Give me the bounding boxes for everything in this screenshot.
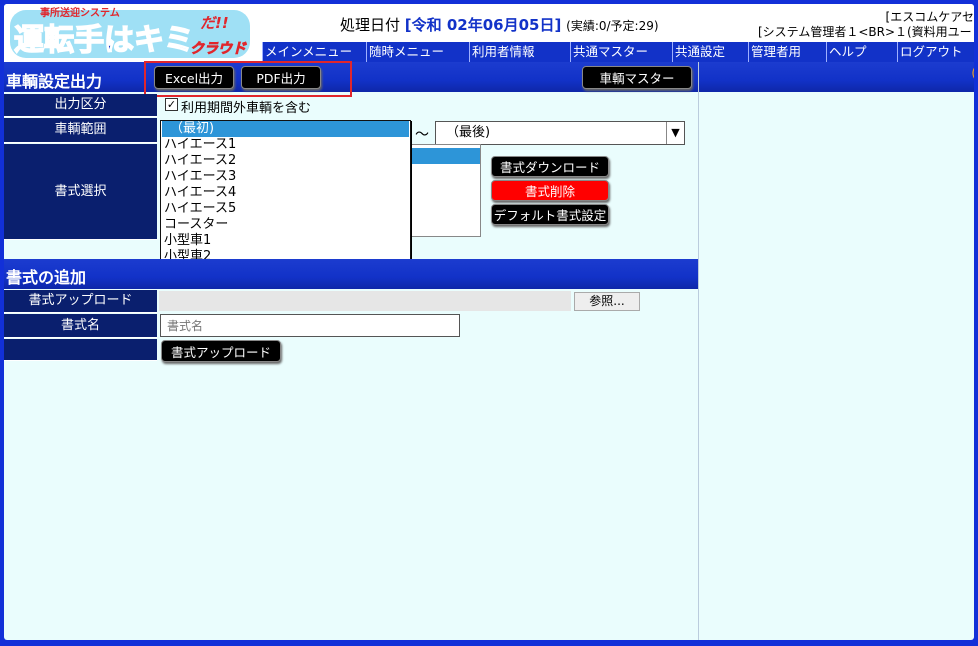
output-type-label: 出力区分 [4, 94, 157, 117]
default-format-button[interactable]: デフォルト書式設定 [491, 204, 609, 225]
range-to-select[interactable]: （最後) ▼ [435, 121, 685, 145]
include-out-of-period-label: 利用期間外車輌を含む [181, 101, 312, 116]
panel-divider [698, 62, 699, 640]
file-upload-field[interactable] [159, 291, 571, 311]
dropdown-option[interactable]: ハイエース4 [161, 185, 410, 201]
menu-common-settings[interactable]: 共通設定 [672, 42, 748, 62]
header: 事所送迎システム 運転手はキミ だ!! クラウド 処理日付 [令和 02年06月… [4, 4, 974, 62]
user-name: [システム管理者１<BR>１(資料用ユー [758, 25, 972, 39]
logo-cloud-text: クラウド [190, 41, 247, 57]
right-mark: ( [971, 66, 974, 80]
range-to-value: （最後) [446, 125, 491, 140]
dropdown-option[interactable]: ハイエース1 [161, 137, 410, 153]
logo-top-text: 事所送迎システム [40, 6, 120, 19]
menu-common-master[interactable]: 共通マスター [570, 42, 672, 62]
main-menu: メインメニュー 随時メニュー 利用者情報 共通マスター 共通設定 管理者用 ヘル… [262, 42, 974, 62]
include-out-of-period-checkbox[interactable]: ✓ [165, 98, 178, 111]
upload-row-label [4, 339, 157, 361]
dropdown-option[interactable]: 小型車1 [161, 233, 410, 249]
format-download-button[interactable]: 書式ダウンロード [491, 156, 609, 177]
app-window: 事所送迎システム 運転手はキミ だ!! クラウド 処理日付 [令和 02年06月… [4, 4, 974, 640]
format-selected-row[interactable] [410, 148, 480, 164]
menu-help[interactable]: ヘルプ [826, 42, 897, 62]
chevron-down-icon[interactable]: ▼ [666, 122, 684, 144]
format-name-label: 書式名 [4, 314, 157, 338]
app-logo[interactable]: 事所送迎システム 運転手はキミ だ!! クラウド [4, 4, 254, 62]
add-format-title: 書式の追加 [6, 268, 87, 287]
right-panel-header: ( [699, 62, 974, 92]
menu-users[interactable]: 利用者情報 [469, 42, 570, 62]
processing-date: 処理日付 [令和 02年06月05日] (実績:0/予定:29) [340, 14, 659, 35]
logo-main-text: 運転手はキミ [14, 23, 194, 58]
browse-button[interactable]: 参照... [574, 292, 640, 311]
format-listbox[interactable] [409, 144, 481, 237]
vehicle-master-button[interactable]: 車輌マスター [582, 66, 692, 89]
highlight-box [144, 61, 352, 97]
page-title: 車輌設定出力 [6, 72, 103, 91]
vehicle-range-label: 車輌範囲 [4, 118, 157, 143]
dropdown-option[interactable]: ハイエース5 [161, 201, 410, 217]
menu-admin[interactable]: 管理者用 [748, 42, 826, 62]
format-name-input[interactable] [160, 314, 460, 337]
date-value: [令和 02年06月05日] [404, 16, 562, 34]
format-upload-label: 書式アップロード [4, 290, 157, 313]
dropdown-option[interactable]: コースター [161, 217, 410, 233]
format-upload-button[interactable]: 書式アップロード [161, 340, 281, 362]
range-tilde: 〜 [415, 127, 429, 143]
format-delete-button[interactable]: 書式削除 [491, 180, 609, 201]
add-format-header-bar [4, 259, 698, 289]
dropdown-option[interactable]: ハイエース3 [161, 169, 410, 185]
date-sub: (実績:0/予定:29) [566, 19, 659, 33]
format-select-label: 書式選択 [4, 144, 157, 240]
dropdown-option[interactable]: ハイエース2 [161, 153, 410, 169]
dropdown-option[interactable]: （最初) [162, 121, 409, 137]
menu-logout[interactable]: ログアウト [897, 42, 974, 62]
menu-main[interactable]: メインメニュー [262, 42, 366, 62]
menu-adhoc[interactable]: 随時メニュー [366, 42, 469, 62]
logo-graphic: 事所送迎システム 運転手はキミ だ!! クラウド [10, 6, 250, 59]
logo-da-text: だ!! [200, 14, 229, 32]
range-from-dropdown-list[interactable]: （最初) ハイエース1 ハイエース2 ハイエース3 ハイエース4 ハイエース5 … [160, 120, 411, 272]
date-label: 処理日付 [340, 16, 401, 34]
